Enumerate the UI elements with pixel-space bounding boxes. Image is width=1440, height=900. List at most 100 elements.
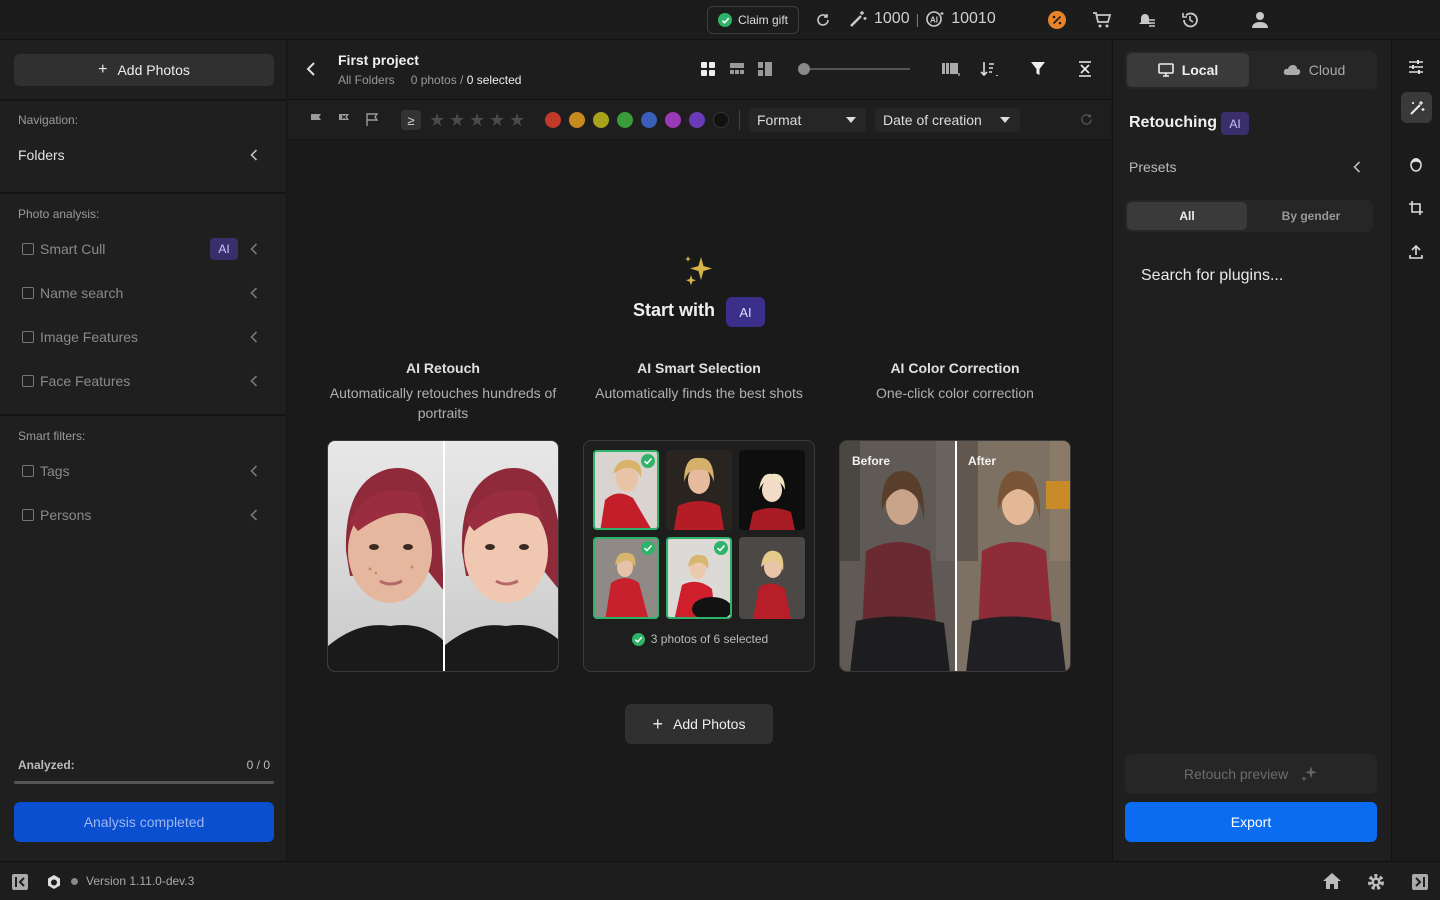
sidebar-item-tags[interactable]: Tags: [18, 460, 268, 482]
color-label-green[interactable]: [617, 112, 633, 128]
cloud-tab[interactable]: Cloud: [1253, 53, 1375, 87]
sidebar-item-image-features[interactable]: Image Features: [18, 326, 268, 348]
feature-description: One-click color correction: [876, 385, 1034, 401]
ai-badge: AI: [1221, 112, 1249, 135]
sidebar-item-face-features[interactable]: Face Features: [18, 370, 268, 392]
chevron-left-icon: [250, 149, 258, 161]
local-tab[interactable]: Local: [1127, 53, 1249, 87]
crop-icon[interactable]: [1408, 200, 1424, 216]
sort-label: Date of creation: [883, 112, 982, 128]
status-bar: Version 1.11.0-dev.3: [0, 861, 1440, 900]
svg-text:AI: AI: [930, 16, 938, 25]
collapse-icon[interactable]: [1077, 61, 1093, 77]
chevron-left-icon: [250, 465, 258, 477]
color-label-orange[interactable]: [569, 112, 585, 128]
color-label-none[interactable]: [713, 112, 729, 128]
notifications-icon[interactable]: [1136, 10, 1156, 30]
star-icon[interactable]: ★: [449, 111, 465, 129]
selected-count: 0 selected: [466, 73, 522, 87]
export-button[interactable]: Export: [1125, 802, 1377, 842]
plus-icon: +: [652, 713, 664, 734]
photo-thumbnail: [739, 537, 805, 619]
color-label-purple[interactable]: [689, 112, 705, 128]
checkbox[interactable]: [22, 375, 34, 387]
collapse-left-panel-icon[interactable]: [11, 873, 29, 891]
chevron-left-icon: [250, 287, 258, 299]
tab-all[interactable]: All: [1127, 202, 1247, 230]
star-icon[interactable]: ★: [429, 111, 445, 129]
home-icon[interactable]: [1322, 872, 1342, 890]
flag-unflagged-icon[interactable]: [365, 113, 379, 127]
checkbox[interactable]: [22, 509, 34, 521]
sort-icon[interactable]: [980, 61, 1000, 77]
checkbox[interactable]: [22, 465, 34, 477]
analysis-completed-button[interactable]: Analysis completed: [14, 802, 274, 842]
tool-strip: [1391, 40, 1440, 861]
star-icon[interactable]: ★: [469, 111, 485, 129]
chevron-left-icon: [250, 509, 258, 521]
grid-view-icon[interactable]: [700, 61, 716, 77]
filter-icon[interactable]: [1030, 61, 1046, 77]
breadcrumb-all-folders[interactable]: All Folders: [338, 73, 395, 87]
smart-cull-label: Smart Cull: [40, 241, 106, 257]
checkbox[interactable]: [22, 243, 34, 255]
color-label-red[interactable]: [545, 112, 561, 128]
start-with-heading: Start with: [633, 300, 716, 320]
sidebar-item-persons[interactable]: Persons: [18, 504, 268, 526]
slider-handle[interactable]: [798, 63, 810, 75]
history-icon[interactable]: [1180, 10, 1200, 30]
photo-thumbnail-selected: [593, 537, 659, 619]
ai-retouch-preview-image: [327, 440, 559, 672]
chevron-left-icon: [250, 375, 258, 387]
retouch-preview-button[interactable]: Retouch preview: [1125, 754, 1377, 794]
photo-thumbnail-selected: [666, 537, 732, 619]
claim-gift-button[interactable]: Claim gift: [707, 6, 799, 34]
upload-icon[interactable]: [1408, 244, 1424, 260]
photo-thumbnail-selected: [593, 450, 659, 530]
back-icon[interactable]: [306, 61, 316, 77]
user-icon[interactable]: [1250, 10, 1270, 30]
sidebar-item-smart-cull[interactable]: Smart Cull AI: [18, 238, 268, 260]
star-icon[interactable]: ★: [509, 111, 525, 129]
search-plugins-input[interactable]: Search for plugins...: [1141, 267, 1283, 285]
sidebar-item-folders[interactable]: Folders: [18, 144, 268, 166]
ai-credits-icon: AI: [925, 9, 945, 29]
compare-view-icon[interactable]: [757, 61, 773, 77]
format-dropdown[interactable]: Format: [749, 108, 866, 132]
ai-smart-selection-preview: 3 photos of 6 selected: [583, 440, 815, 672]
presets-label: Presets: [1129, 159, 1177, 175]
gear-icon[interactable]: [1366, 872, 1386, 892]
checkbox[interactable]: [22, 287, 34, 299]
adjustments-icon[interactable]: [1408, 59, 1424, 75]
thumbnail-size-slider[interactable]: [798, 63, 910, 75]
retouch-preview-label: Retouch preview: [1183, 766, 1289, 782]
tab-by-gender[interactable]: By gender: [1251, 202, 1371, 230]
navigation-label: Navigation:: [18, 113, 79, 127]
reset-filters-icon[interactable]: [1080, 113, 1093, 126]
retouch-tool-icon[interactable]: [1401, 92, 1432, 123]
color-label-magenta[interactable]: [665, 112, 681, 128]
discount-icon[interactable]: [1047, 10, 1067, 30]
row-view-icon[interactable]: [729, 61, 745, 77]
ai-badge: AI: [210, 238, 238, 260]
library-icon[interactable]: [941, 61, 961, 77]
add-photos-button[interactable]: + Add Photos: [625, 704, 773, 744]
refresh-icon[interactable]: [813, 10, 833, 30]
rating-comparator[interactable]: ≥: [401, 110, 421, 130]
add-photos-button[interactable]: + Add Photos: [14, 54, 274, 86]
color-label-blue[interactable]: [641, 112, 657, 128]
credits-display: 1000 | AI 10010: [848, 9, 996, 29]
flag-rejected-icon[interactable]: [337, 113, 351, 127]
color-label-yellow[interactable]: [593, 112, 609, 128]
sidebar-item-name-search[interactable]: Name search: [18, 282, 268, 304]
star-icon[interactable]: ★: [489, 111, 505, 129]
checkbox[interactable]: [22, 331, 34, 343]
flag-picked-icon[interactable]: [309, 113, 323, 127]
sort-dropdown[interactable]: Date of creation: [875, 108, 1020, 132]
divider: [0, 414, 287, 416]
cart-icon[interactable]: [1092, 10, 1112, 30]
collapse-right-panel-icon[interactable]: [1411, 873, 1429, 891]
face-tool-icon[interactable]: [1408, 156, 1424, 172]
chevron-left-icon[interactable]: [1353, 161, 1361, 173]
name-search-label: Name search: [40, 285, 124, 301]
